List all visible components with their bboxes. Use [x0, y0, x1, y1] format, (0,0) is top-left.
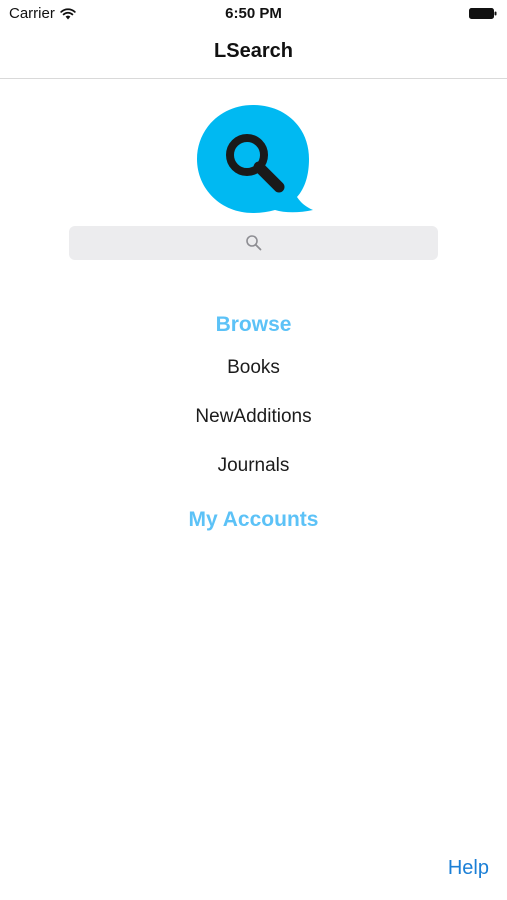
navigation-bar: LSearch: [0, 28, 507, 79]
search-bar[interactable]: [69, 226, 442, 262]
help-link[interactable]: Help: [448, 857, 489, 880]
page-title: LSearch: [214, 40, 293, 62]
menu-item-journals[interactable]: Journals: [0, 455, 507, 477]
menu-item-new-additions[interactable]: NewAdditions: [0, 406, 507, 428]
search-input[interactable]: [69, 226, 442, 262]
status-bar: Carrier 6:50 PM: [0, 0, 507, 28]
battery-icon: [469, 8, 497, 19]
menu-item-books[interactable]: Books: [0, 357, 507, 379]
magnifier-speech-bubble-icon: [197, 105, 313, 213]
my-accounts-heading[interactable]: My Accounts: [0, 508, 507, 532]
browse-heading: Browse: [215, 313, 292, 336]
status-time: 6:50 PM: [225, 5, 282, 22]
